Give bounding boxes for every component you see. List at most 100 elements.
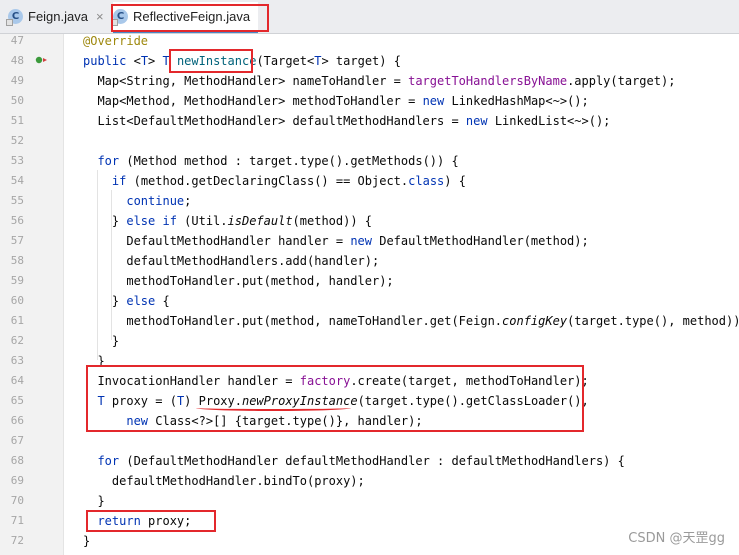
code-token: } (83, 294, 127, 308)
line-number: 58 (10, 254, 24, 267)
line-number: 54 (10, 174, 24, 187)
line-number: 68 (10, 454, 24, 467)
code-token: Map<Method, MethodHandler> methodToHandl… (83, 94, 423, 108)
indent-guide (97, 170, 98, 360)
code-token: class (408, 174, 445, 188)
line-number: 60 (10, 294, 24, 307)
code-token: isDefault (227, 214, 293, 228)
code-token: proxy = ( (111, 394, 177, 408)
code-token: @Override (83, 34, 149, 48)
underline-newproxyinstance (196, 405, 351, 411)
code-token: (Method method : target.type().getMethod… (126, 154, 459, 168)
editor-tab-bar: C Feign.java × C ReflectiveFeign.java (0, 0, 739, 34)
code-token: defaultMethodHandler.bindTo(proxy); (83, 474, 365, 488)
code-token: } (83, 214, 127, 228)
code-token: < (133, 54, 141, 68)
code-line[interactable]: @Override (83, 31, 148, 51)
code-line[interactable]: } else if (Util.isDefault(method)) { (83, 211, 372, 231)
code-line[interactable]: new Class<?>[] {target.type()}, handler)… (83, 411, 423, 431)
code-line[interactable]: defaultMethodHandler.bindTo(proxy); (83, 471, 365, 491)
line-number: 70 (10, 494, 24, 507)
line-number: 55 (10, 194, 24, 207)
code-token: (method.getDeclaringClass() == Object. (133, 174, 409, 188)
code-line[interactable]: public <T> T newInstance(Target<T> targe… (83, 51, 401, 71)
code-token: List<DefaultMethodHandler> defaultMethod… (83, 114, 466, 128)
code-token: } (83, 534, 91, 548)
code-token: InvocationHandler handler = (83, 374, 300, 388)
code-line[interactable]: } else { (83, 291, 170, 311)
code-token: newInstance (176, 54, 257, 68)
code-token: public (83, 54, 134, 68)
code-token: (target.type().getClassLoader(), (357, 394, 589, 408)
indent-guide (111, 190, 112, 340)
code-token: Class<?>[] {target.type()}, handler); (155, 414, 423, 428)
code-token: new (422, 94, 452, 108)
java-class-icon: C (6, 9, 23, 26)
code-line[interactable]: methodToHandler.put(method, handler); (83, 271, 394, 291)
code-token: T (140, 54, 149, 68)
code-line[interactable]: if (method.getDeclaringClass() == Object… (83, 171, 466, 191)
code-token: (method)) { (292, 214, 373, 228)
code-token: else if (126, 214, 185, 228)
code-token: return (97, 514, 149, 528)
watermark: CSDN @天罡gg (628, 531, 725, 546)
code-token: new (126, 414, 156, 428)
line-number: 63 (10, 354, 24, 367)
code-token: methodToHandler.put(method, nameToHandle… (83, 314, 503, 328)
code-token: proxy; (148, 514, 192, 528)
code-line[interactable]: } (83, 331, 119, 351)
code-token: (Target< (256, 54, 315, 68)
code-token: ) { (444, 174, 466, 188)
code-token: > target) { (321, 54, 401, 68)
line-number: 50 (10, 94, 24, 107)
code-token: methodToHandler.put(method, handler); (83, 274, 394, 288)
code-line[interactable]: continue; (83, 191, 191, 211)
code-token: } (83, 334, 120, 348)
line-number: 65 (10, 394, 24, 407)
code-token: targetToHandlersByName (408, 74, 568, 88)
tab-feign-java[interactable]: C Feign.java × (6, 2, 104, 31)
close-icon[interactable]: × (96, 9, 104, 24)
code-line[interactable]: InvocationHandler handler = factory.crea… (83, 371, 588, 391)
code-token: > (148, 54, 163, 68)
code-token: if (111, 174, 134, 188)
line-number: 61 (10, 314, 24, 327)
code-line[interactable]: List<DefaultMethodHandler> defaultMethod… (83, 111, 610, 131)
code-token: { (162, 294, 170, 308)
code-token: DefaultMethodHandler handler = (83, 234, 351, 248)
code-line[interactable]: } (83, 531, 90, 551)
line-number: 47 (10, 34, 24, 47)
line-number: 52 (10, 134, 24, 147)
code-line[interactable]: methodToHandler.put(method, nameToHandle… (83, 311, 739, 331)
code-token: factory (299, 374, 351, 388)
code-line[interactable]: } (83, 351, 104, 371)
code-line[interactable]: } (83, 491, 104, 511)
line-number: 53 (10, 154, 24, 167)
code-token: defaultMethodHandlers.add(handler); (83, 254, 380, 268)
code-line[interactable]: for (DefaultMethodHandler defaultMethodH… (83, 451, 624, 471)
line-number: 49 (10, 74, 24, 87)
code-line[interactable]: Map<Method, MethodHandler> methodToHandl… (83, 91, 589, 111)
implementation-marker-icon[interactable] (35, 56, 48, 64)
code-line[interactable]: defaultMethodHandlers.add(handler); (83, 251, 379, 271)
line-number: 51 (10, 114, 24, 127)
java-class-icon: C (111, 9, 128, 26)
code-token: T (97, 394, 112, 408)
line-number: 57 (10, 234, 24, 247)
tab-reflectivefeign-java[interactable]: C ReflectiveFeign.java (111, 2, 259, 33)
line-number-gutter: 47 48 49 50 51 52 53 54 55 56 57 58 59 60 61 62 63 64 65 66… (0, 34, 64, 555)
code-token: T (162, 54, 177, 68)
code-token: LinkedList<~>(); (494, 114, 611, 128)
code-line[interactable]: for (Method method : target.type().getMe… (83, 151, 459, 171)
code-token: (Util. (184, 214, 228, 228)
code-token: new (465, 114, 495, 128)
code-token: LinkedHashMap<~>(); (451, 94, 589, 108)
tab-label: ReflectiveFeign.java (133, 9, 251, 24)
code-line[interactable]: Map<String, MethodHandler> nameToHandler… (83, 71, 675, 91)
line-number: 62 (10, 334, 24, 347)
code-line[interactable]: return proxy; (83, 511, 191, 531)
line-number: 71 (10, 514, 24, 527)
code-line[interactable]: DefaultMethodHandler handler = new Defau… (83, 231, 588, 251)
